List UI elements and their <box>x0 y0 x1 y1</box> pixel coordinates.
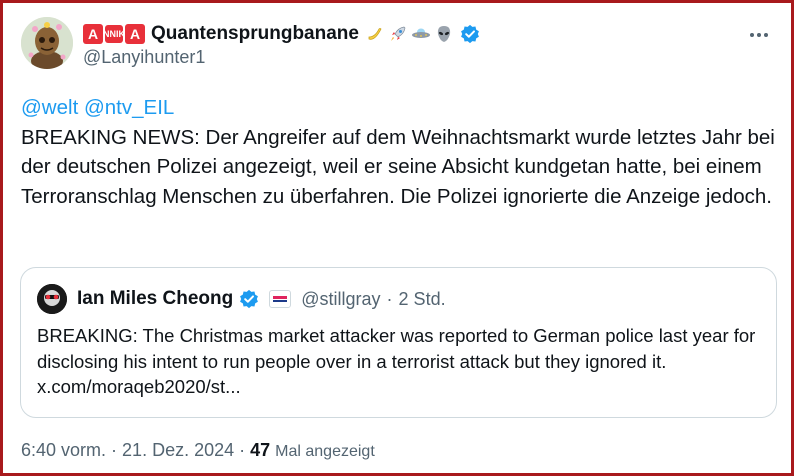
affiliation-badge-icon[interactable] <box>269 290 292 308</box>
name-emojis <box>365 24 454 44</box>
letter-badge: A <box>83 24 103 44</box>
tweet-text: BREAKING NEWS: Der Angreifer auf dem Wei… <box>21 125 775 208</box>
separator-dot: · <box>111 440 118 460</box>
verified-badge-icon[interactable] <box>460 24 480 44</box>
verified-badge-icon[interactable] <box>239 289 259 309</box>
banana-icon <box>365 24 385 44</box>
author-handle[interactable]: @Lanyihunter1 <box>83 47 205 68</box>
tweet-mentions[interactable]: @welt @ntv_EIL <box>21 93 781 123</box>
author-name-row[interactable]: A NNIK A Quantensprungbanane <box>83 21 480 47</box>
tweet-time[interactable]: 6:40 vorm. <box>21 440 106 461</box>
groot-avatar-icon <box>21 17 73 69</box>
tweet-frame: A NNIK A Quantensprungbanane @Lanyihunte… <box>0 0 794 476</box>
name-letter-badges: A NNIK A <box>83 24 145 44</box>
quoted-author-handle[interactable]: @stillgray <box>301 289 380 310</box>
author-display-name[interactable]: Quantensprungbanane <box>151 23 359 45</box>
quoted-tweet-card[interactable]: Ian Miles Cheong @stillgray · 2 Std. BRE… <box>20 267 777 418</box>
separator-dot: · <box>386 288 393 309</box>
more-options-icon[interactable] <box>745 23 773 47</box>
person-avatar-icon <box>37 284 67 314</box>
ufo-icon <box>411 24 431 44</box>
author-avatar[interactable] <box>21 17 73 69</box>
tweet-date[interactable]: 21. Dez. 2024 <box>122 440 234 461</box>
view-count: 47 <box>250 440 271 460</box>
view-count-label: Mal angezeigt <box>275 443 375 460</box>
quoted-tweet-time[interactable]: 2 Std. <box>399 289 446 310</box>
rocket-icon <box>388 24 408 44</box>
quoted-author-avatar[interactable] <box>37 284 67 314</box>
alien-icon <box>434 24 454 44</box>
letter-badge: A <box>125 24 145 44</box>
tweet-header: A NNIK A Quantensprungbanane @Lanyihunte… <box>21 17 773 75</box>
quoted-tweet-text: BREAKING: The Christmas market attacker … <box>37 325 756 397</box>
quoted-tweet-header: Ian Miles Cheong @stillgray · 2 Std. <box>37 284 446 314</box>
letter-badge: NNIK <box>103 25 125 43</box>
quoted-author-name[interactable]: Ian Miles Cheong <box>77 288 233 310</box>
tweet-body: @welt @ntv_EIL BREAKING NEWS: Der Angrei… <box>21 93 781 211</box>
separator-dot: · <box>239 440 246 460</box>
tweet-meta: 6:40 vorm. · 21. Dez. 2024 · 47 Mal ange… <box>21 440 375 461</box>
